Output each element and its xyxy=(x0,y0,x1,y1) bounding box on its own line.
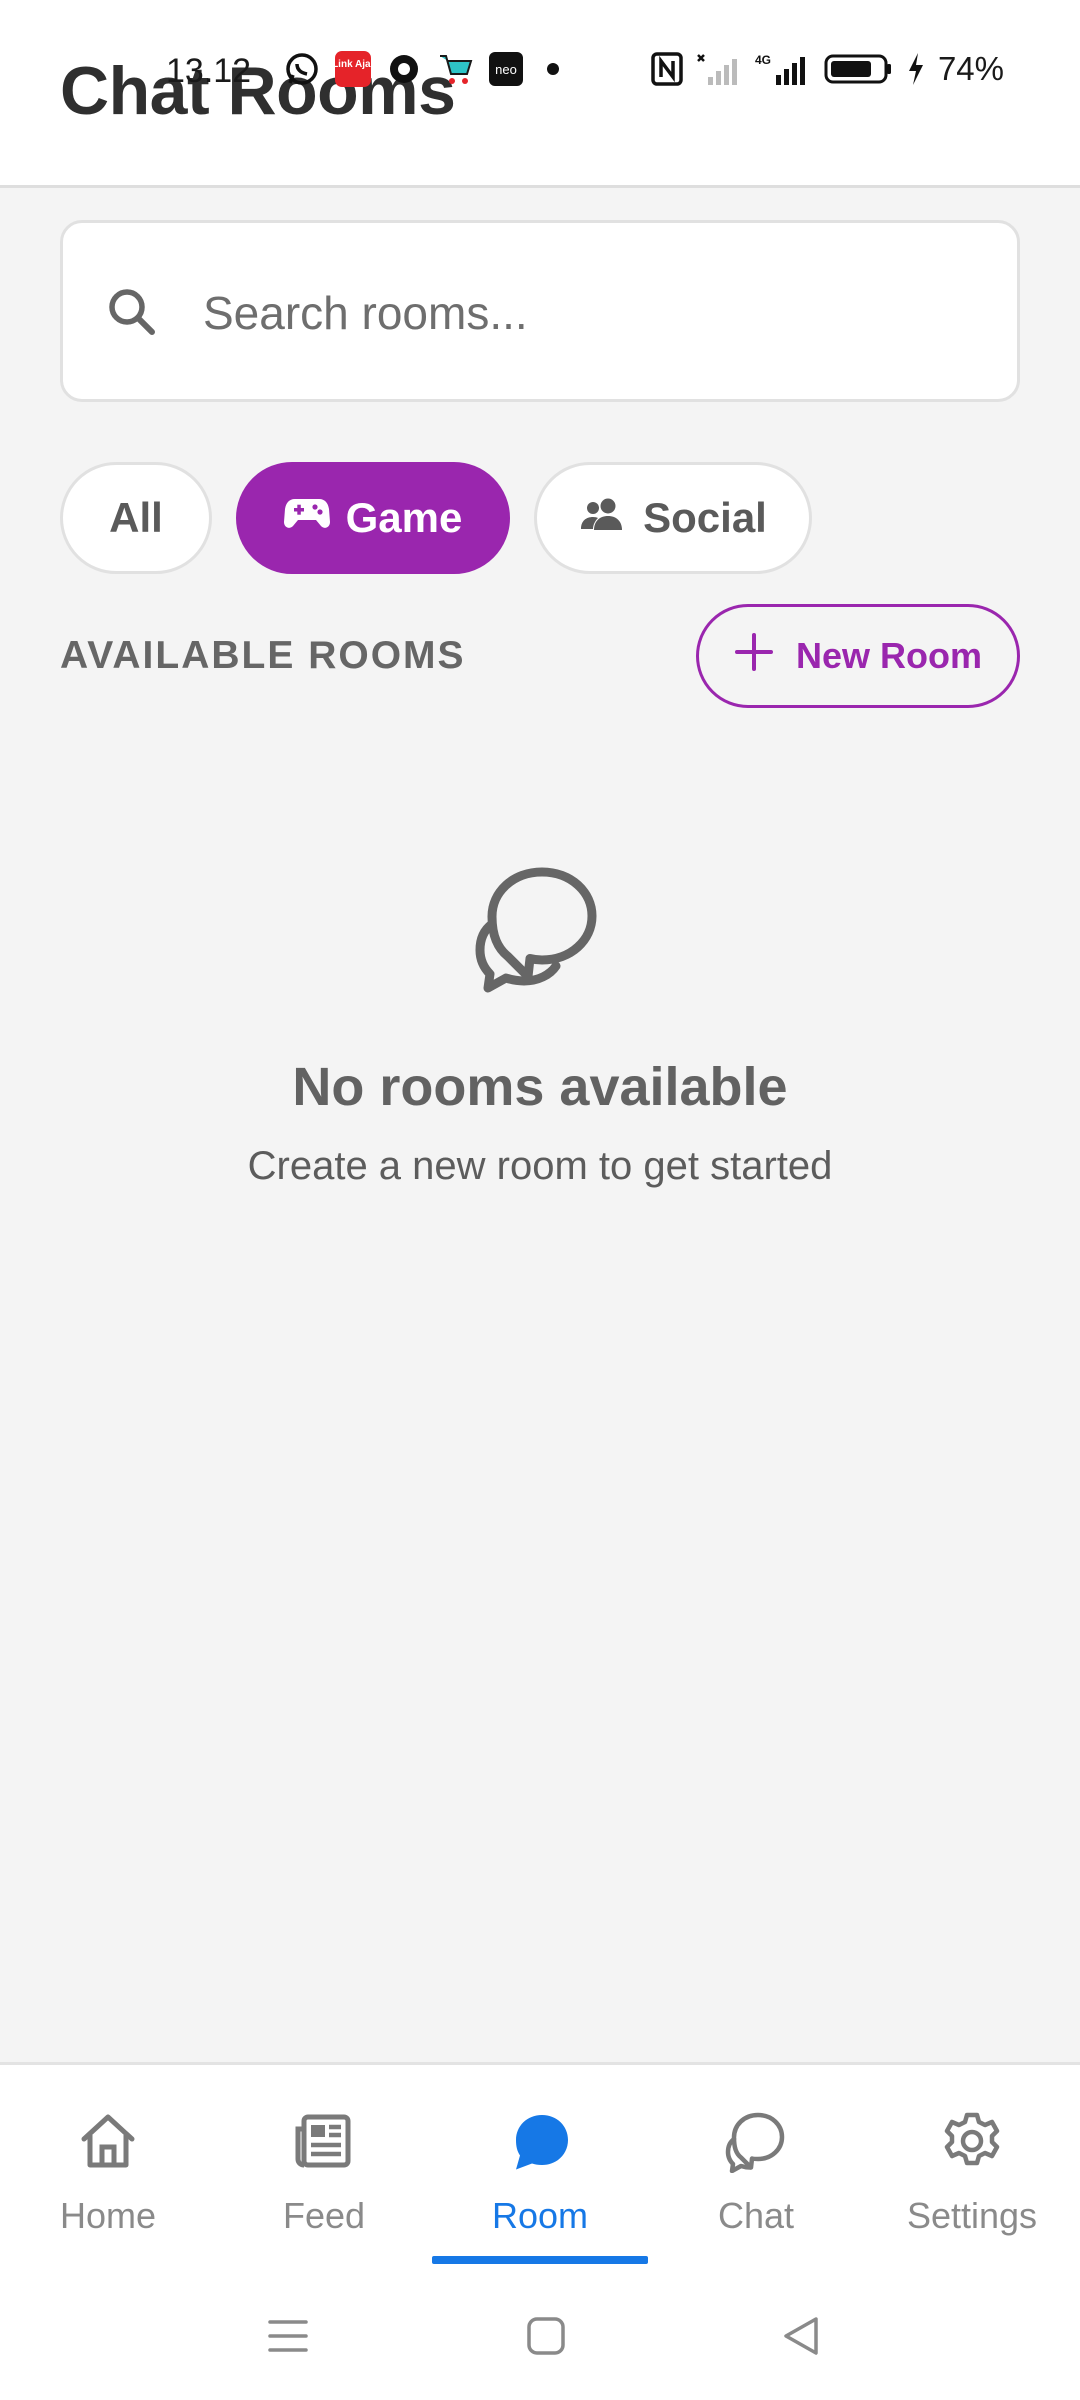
nav-active-indicator xyxy=(432,2256,648,2264)
battery-icon xyxy=(824,51,894,87)
nav-label: Home xyxy=(59,2195,157,2236)
newspaper-icon xyxy=(292,2105,356,2177)
empty-state-title: No rooms available xyxy=(292,1057,788,1117)
plus-icon xyxy=(734,632,774,681)
nav-item-settings[interactable]: Settings xyxy=(864,2065,1080,2265)
record-icon xyxy=(386,51,422,87)
chat-rooms-screen: Chat Rooms 13.12 Link Aja! neo 4G 74% Se… xyxy=(0,0,1080,2400)
filter-chip-label: Social xyxy=(643,494,767,541)
chat-bubbles-outline-icon xyxy=(724,2105,788,2177)
nav-item-home[interactable]: Home xyxy=(0,2065,216,2265)
status-time: 13.12 xyxy=(166,52,252,90)
nav-item-feed[interactable]: Feed xyxy=(216,2065,432,2265)
empty-state-subtitle: Create a new room to get started xyxy=(247,1144,833,1188)
neo-app-icon: neo xyxy=(488,51,524,87)
app-header: Chat Rooms 13.12 Link Aja! neo 4G 74% xyxy=(0,0,1080,188)
people-icon xyxy=(579,494,627,542)
battery-percentage: 74% xyxy=(937,50,1004,87)
home-icon xyxy=(76,2105,140,2177)
system-nav-bar xyxy=(0,2280,1080,2400)
nav-label: Feed xyxy=(282,2195,366,2236)
home-square-icon[interactable] xyxy=(524,2314,568,2363)
filter-chip-all[interactable]: All xyxy=(60,462,212,574)
nav-item-chat[interactable]: Chat xyxy=(648,2065,864,2265)
new-room-label: New Room xyxy=(795,635,982,676)
new-room-button[interactable]: New Room xyxy=(696,604,1020,708)
linkaja-app-label: Link Aja! xyxy=(334,59,372,70)
svg-text:4G: 4G xyxy=(755,53,771,67)
nav-item-room[interactable]: Room xyxy=(432,2065,648,2265)
shopping-cart-icon xyxy=(436,50,474,88)
back-triangle-icon[interactable] xyxy=(780,2314,824,2363)
search-input[interactable] xyxy=(203,273,983,353)
gamepad-icon xyxy=(283,494,330,542)
dot-icon xyxy=(538,51,568,87)
nfc-icon xyxy=(650,51,684,87)
chat-bubbles-icon xyxy=(472,862,608,1003)
status-icons-right: 4G 74% xyxy=(650,50,1004,88)
filter-chip-game[interactable]: Game xyxy=(236,462,510,574)
bottom-nav: Home Feed Room Chat Settings xyxy=(0,2062,1080,2280)
nav-label: Chat xyxy=(717,2195,795,2236)
nav-label: Settings xyxy=(906,2195,1038,2236)
whatsapp-icon xyxy=(284,51,320,87)
search-box[interactable] xyxy=(60,220,1020,402)
linkaja-app-icon: Link Aja! xyxy=(334,50,372,88)
signal-off-icon xyxy=(696,51,740,87)
neo-app-label: neo xyxy=(495,62,517,77)
search-icon xyxy=(103,283,163,348)
4g-signal-icon: 4G xyxy=(752,51,812,87)
status-icons-left: Link Aja! neo xyxy=(284,50,568,88)
filter-chip-social[interactable]: Social xyxy=(534,462,812,574)
available-rooms-heading: AVAILABLE ROOMS xyxy=(60,634,466,677)
charging-icon xyxy=(906,51,926,87)
filter-chip-label: Game xyxy=(345,494,463,541)
nav-label: Room xyxy=(491,2195,589,2236)
filter-chip-label: All xyxy=(109,494,163,541)
gear-icon xyxy=(940,2105,1004,2177)
menu-icon[interactable] xyxy=(266,2314,310,2363)
chat-bubble-icon xyxy=(508,2105,572,2177)
